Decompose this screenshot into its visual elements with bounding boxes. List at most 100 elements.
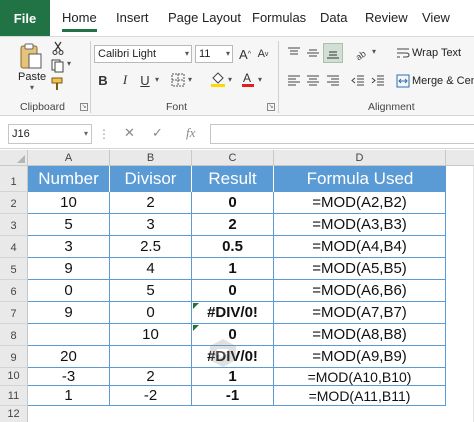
align-middle-icon[interactable] [305, 45, 321, 61]
column-header-e[interactable] [446, 150, 474, 166]
table-cell[interactable]: 2.5 [110, 236, 192, 258]
tab-view[interactable]: View [422, 0, 450, 36]
format-painter-icon[interactable] [50, 77, 66, 91]
cut-icon[interactable] [50, 41, 66, 55]
table-cell[interactable]: =MOD(A9,B9) [274, 346, 446, 368]
table-cell[interactable]: 0 [192, 192, 274, 214]
table-cell[interactable]: 9 [28, 258, 110, 280]
orientation-dropdown-icon[interactable]: ▾ [372, 47, 376, 56]
tab-data[interactable]: Data [320, 0, 347, 36]
row-header[interactable]: 4 [0, 236, 28, 258]
font-color-dropdown-icon[interactable]: ▾ [258, 75, 262, 84]
tab-formulas[interactable]: Formulas [252, 0, 306, 36]
copy-icon[interactable] [50, 59, 66, 73]
row-header[interactable]: 3 [0, 214, 28, 236]
table-cell[interactable]: =MOD(A6,B6) [274, 280, 446, 302]
orientation-icon[interactable]: ab [354, 45, 370, 61]
table-cell[interactable]: -3 [28, 368, 110, 386]
row-header[interactable]: 1 [0, 166, 28, 192]
name-box-dropdown-icon[interactable]: ▾ [84, 125, 88, 143]
table-cell[interactable]: =MOD(A2,B2) [274, 192, 446, 214]
table-cell[interactable]: 3 [110, 214, 192, 236]
font-size-dropdown-icon[interactable]: ▾ [226, 46, 230, 62]
table-cell[interactable]: 0 [192, 280, 274, 302]
align-top-icon[interactable] [286, 45, 302, 61]
error-indicator-icon[interactable] [193, 303, 199, 309]
paste-icon[interactable] [18, 41, 44, 71]
table-cell[interactable]: -2 [110, 386, 192, 406]
table-header-cell[interactable]: Result [192, 166, 274, 192]
decrease-indent-icon[interactable] [350, 73, 366, 89]
font-name-dropdown-icon[interactable]: ▾ [185, 46, 189, 62]
tab-page-layout[interactable]: Page Layout [168, 0, 241, 36]
clipboard-launcher-icon[interactable]: ↘ [80, 103, 88, 111]
row-header[interactable]: 5 [0, 258, 28, 280]
table-cell[interactable]: 2 [110, 368, 192, 386]
bold-button[interactable]: B [96, 71, 110, 89]
tab-review[interactable]: Review [365, 0, 408, 36]
table-cell[interactable]: 5 [110, 280, 192, 302]
table-cell[interactable]: =MOD(A8,B8) [274, 324, 446, 346]
table-cell[interactable]: 5 [28, 214, 110, 236]
table-cell[interactable]: 1 [192, 258, 274, 280]
table-cell[interactable]: 10 [110, 324, 192, 346]
align-right-icon[interactable] [325, 73, 341, 89]
row-header[interactable]: 2 [0, 192, 28, 214]
table-cell[interactable]: 10 [28, 192, 110, 214]
wrap-text-button[interactable]: Wrap Text [412, 47, 461, 59]
insert-function-icon[interactable]: fx [186, 125, 195, 141]
table-cell[interactable]: 1 [192, 368, 274, 386]
row-header[interactable]: 6 [0, 280, 28, 302]
row-header[interactable]: 10 [0, 368, 28, 386]
name-box[interactable]: J16 ▾ [8, 124, 92, 144]
borders-icon[interactable] [170, 71, 186, 89]
table-cell[interactable]: -1 [192, 386, 274, 406]
column-header-c[interactable]: C [192, 150, 274, 166]
error-indicator-icon[interactable] [193, 325, 199, 331]
align-bottom-icon[interactable] [323, 43, 343, 63]
table-header-cell[interactable]: Formula Used [274, 166, 446, 192]
table-cell[interactable]: 1 [28, 386, 110, 406]
tab-file[interactable]: File [0, 0, 50, 36]
fill-color-icon[interactable] [210, 69, 226, 89]
font-launcher-icon[interactable]: ↘ [267, 103, 275, 111]
wrap-text-icon[interactable] [396, 45, 410, 61]
row-header[interactable]: 12 [0, 406, 28, 422]
table-cell[interactable]: #DIV/0! [192, 302, 274, 324]
underline-dropdown-icon[interactable]: ▾ [155, 75, 159, 84]
increase-indent-icon[interactable] [370, 73, 386, 89]
align-center-icon[interactable] [305, 73, 321, 89]
fill-color-dropdown-icon[interactable]: ▾ [228, 75, 232, 84]
table-cell[interactable]: =MOD(A3,B3) [274, 214, 446, 236]
table-cell[interactable] [28, 324, 110, 346]
align-left-icon[interactable] [286, 73, 302, 89]
table-cell[interactable]: 0 [110, 302, 192, 324]
column-header-a[interactable]: A [28, 150, 110, 166]
row-header[interactable]: 9 [0, 346, 28, 368]
decrease-font-size-icon[interactable]: Av [256, 45, 270, 63]
tab-insert[interactable]: Insert [116, 0, 149, 36]
tab-home[interactable]: Home [62, 0, 97, 36]
table-cell[interactable]: 0 [28, 280, 110, 302]
table-cell[interactable]: =MOD(A4,B4) [274, 236, 446, 258]
table-cell[interactable]: 2 [192, 214, 274, 236]
paste-button-label[interactable]: Paste [18, 71, 46, 83]
increase-font-size-icon[interactable]: A ^ [238, 45, 252, 63]
table-cell[interactable]: =MOD(A11,B11) [274, 386, 446, 406]
table-header-cell[interactable]: Number [28, 166, 110, 192]
table-cell[interactable]: 3 [28, 236, 110, 258]
copy-dropdown-icon[interactable]: ▾ [67, 59, 71, 68]
row-header[interactable]: 7 [0, 302, 28, 324]
paste-dropdown-icon[interactable]: ▾ [30, 83, 34, 92]
table-cell[interactable]: 9 [28, 302, 110, 324]
cancel-icon[interactable]: ✕ [124, 125, 135, 141]
italic-button[interactable]: I [118, 71, 132, 89]
table-cell[interactable]: 20 [28, 346, 110, 368]
column-header-b[interactable]: B [110, 150, 192, 166]
formula-input[interactable] [210, 124, 474, 144]
table-cell[interactable]: 4 [110, 258, 192, 280]
row-header[interactable]: 11 [0, 386, 28, 406]
font-name-combo[interactable]: Calibri Light ▾ [94, 45, 192, 63]
merge-center-button[interactable]: Merge & Cen [412, 75, 474, 87]
table-cell[interactable]: =MOD(A10,B10) [274, 368, 446, 386]
